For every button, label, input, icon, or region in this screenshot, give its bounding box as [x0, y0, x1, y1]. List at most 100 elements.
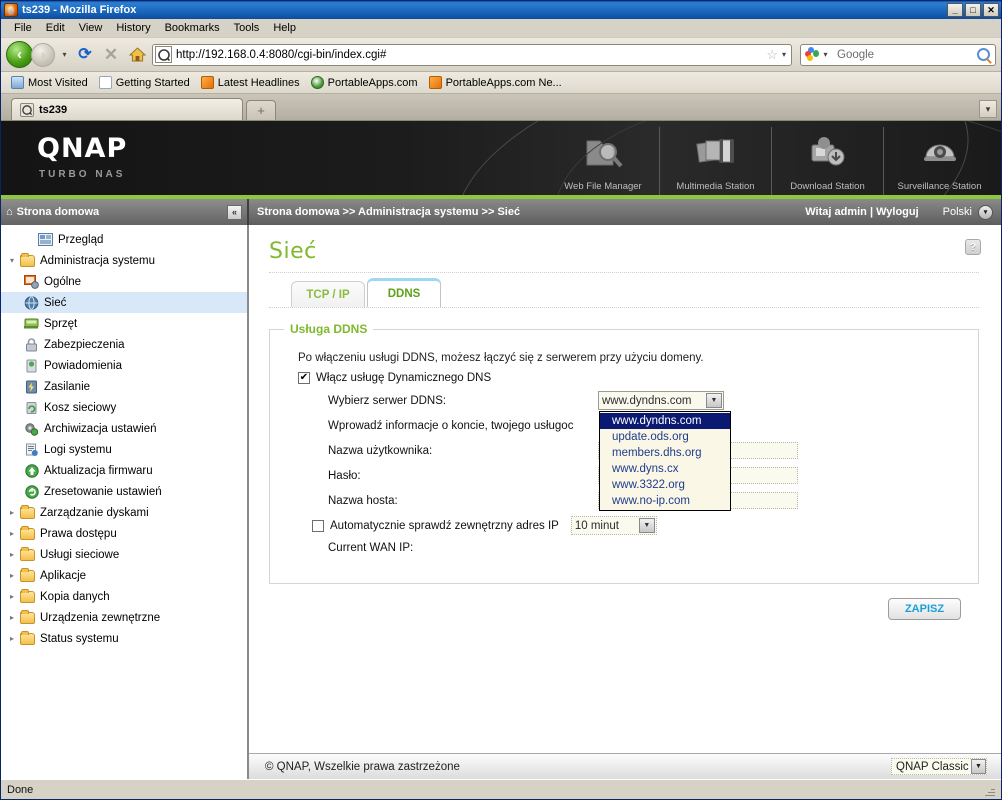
site-identity-icon[interactable]: [155, 46, 172, 63]
dropdown-option[interactable]: www.dyndns.com: [600, 413, 730, 429]
history-dropdown-icon[interactable]: ▾: [59, 50, 70, 59]
sidebar-item-administracja-systemu[interactable]: ▾ Administracja systemu: [1, 250, 247, 271]
browser-tab-ts239[interactable]: ts239: [11, 98, 243, 120]
sidebar-item-label: Zresetowanie ustawień: [44, 485, 162, 498]
password-label: Hasło:: [328, 469, 361, 482]
station-shortcuts: Web File Manager Multimedia Station Down…: [547, 125, 995, 195]
enable-ddns-row[interactable]: ✔ Włącz usługę Dynamicznego DNS: [298, 372, 964, 384]
menu-history[interactable]: History: [109, 20, 157, 36]
sidebar-item-powiadomienia[interactable]: Powiadomienia: [1, 355, 247, 376]
forward-button[interactable]: ›: [31, 42, 55, 67]
station-web-file-manager[interactable]: Web File Manager: [547, 127, 659, 195]
sidebar-item-siec[interactable]: Sieć: [1, 292, 247, 313]
url-text[interactable]: http://192.168.0.4:8080/cgi-bin/index.cg…: [176, 49, 766, 61]
stop-icon[interactable]: ✕: [100, 44, 122, 66]
menu-bookmarks[interactable]: Bookmarks: [158, 20, 227, 36]
sidebar-item-zarzadzanie-dyskami[interactable]: ▸ Zarządzanie dyskami: [1, 502, 247, 523]
station-download[interactable]: Download Station: [771, 127, 883, 195]
sidebar-item-aplikacje[interactable]: ▸ Aplikacje: [1, 565, 247, 586]
sidebar-item-logi-systemu[interactable]: Logi systemu: [1, 439, 247, 460]
save-button[interactable]: ZAPISZ: [888, 598, 961, 620]
tab-ddns[interactable]: DDNS: [367, 278, 441, 307]
enable-ddns-checkbox[interactable]: ✔: [298, 372, 310, 384]
menu-file[interactable]: File: [7, 20, 39, 36]
station-surveillance[interactable]: Surveillance Station: [883, 127, 995, 195]
bookmark-portableapps[interactable]: PortableApps.com: [307, 75, 422, 90]
ddns-server-select[interactable]: www.dyndns.com ▼ www.dyndns.com update.o…: [598, 391, 731, 511]
sidebar-item-status-systemu[interactable]: ▸ Status systemu: [1, 628, 247, 649]
bookmark-portableapps-news[interactable]: PortableApps.com Ne...: [425, 75, 566, 90]
twisty-right-icon[interactable]: ▸: [5, 592, 19, 601]
twisty-right-icon[interactable]: ▸: [5, 508, 19, 517]
google-icon[interactable]: [804, 47, 820, 62]
bookmark-getting-started[interactable]: Getting Started: [95, 75, 194, 90]
twisty-right-icon[interactable]: ▸: [5, 571, 19, 580]
sidebar-item-prawa-dostepu[interactable]: ▸ Prawa dostępu: [1, 523, 247, 544]
new-tab-button[interactable]: +: [246, 100, 276, 120]
current-wan-ip-label: Current WAN IP:: [328, 542, 414, 554]
menu-view[interactable]: View: [72, 20, 110, 36]
minimize-button[interactable]: _: [947, 3, 963, 17]
sidebar-item-ogolne[interactable]: Ogólne: [1, 271, 247, 292]
tab-list-button[interactable]: ▾: [979, 100, 997, 118]
sidebar-item-archiwizacja-ustawien[interactable]: Archiwizacja ustawień: [1, 418, 247, 439]
dropdown-option[interactable]: www.3322.org: [600, 477, 730, 493]
twisty-right-icon[interactable]: ▸: [5, 550, 19, 559]
sidebar-item-kopia-danych[interactable]: ▸ Kopia danych: [1, 586, 247, 607]
search-engine-dropdown-icon[interactable]: ▾: [820, 50, 831, 59]
dropdown-option[interactable]: members.dhs.org: [600, 445, 730, 461]
twisty-right-icon[interactable]: ▸: [5, 613, 19, 622]
chevron-down-icon[interactable]: ▼: [971, 759, 986, 774]
chevron-down-icon[interactable]: ▼: [638, 518, 655, 533]
menu-tools[interactable]: Tools: [227, 20, 267, 36]
chevron-down-icon[interactable]: ▼: [706, 393, 722, 408]
search-icon[interactable]: [977, 48, 990, 61]
ddns-server-dropdown[interactable]: www.dyndns.com update.ods.org members.dh…: [599, 411, 731, 511]
help-button[interactable]: ?: [965, 239, 981, 255]
twisty-down-icon[interactable]: ▾: [5, 256, 19, 265]
collapse-sidebar-button[interactable]: «: [227, 204, 242, 220]
sidebar-item-aktualizacja-firmwaru[interactable]: Aktualizacja firmwaru: [1, 460, 247, 481]
sidebar-item-zresetowanie-ustawien[interactable]: Zresetowanie ustawień: [1, 481, 247, 502]
dropdown-option[interactable]: update.ods.org: [600, 429, 730, 445]
account-info-label: Wprowadź informacje o koncie, twojego us…: [328, 419, 574, 432]
tab-tcp-ip[interactable]: TCP / IP: [291, 281, 365, 307]
twisty-right-icon[interactable]: ▸: [5, 634, 19, 643]
url-bar[interactable]: http://192.168.0.4:8080/cgi-bin/index.cg…: [152, 43, 792, 66]
sidebar-item-kosz-sieciowy[interactable]: Kosz sieciowy: [1, 397, 247, 418]
sidebar-item-zasilanie[interactable]: Zasilanie: [1, 376, 247, 397]
title-divider: [269, 272, 979, 273]
twisty-right-icon[interactable]: ▸: [5, 529, 19, 538]
user-greeting-logout[interactable]: Witaj admin | Wyloguj: [805, 206, 918, 218]
dropdown-option[interactable]: www.dyns.cx: [600, 461, 730, 477]
reload-icon[interactable]: ⟳: [74, 44, 96, 66]
sidebar-item-sprzet[interactable]: Sprzęt: [1, 313, 247, 334]
home-icon[interactable]: [126, 44, 148, 66]
sidebar-item-zabezpieczenia[interactable]: Zabezpieczenia: [1, 334, 247, 355]
sidebar-item-uslugi-sieciowe[interactable]: ▸ Usługi sieciowe: [1, 544, 247, 565]
resize-grip[interactable]: [983, 784, 995, 796]
search-bar[interactable]: ▾ Google: [800, 43, 996, 66]
sidebar-item-urzadzenia-zewnetrzne[interactable]: ▸ Urządzenia zewnętrzne: [1, 607, 247, 628]
url-dropdown-icon[interactable]: ▾: [782, 50, 786, 59]
dropdown-option[interactable]: www.no-ip.com: [600, 493, 730, 509]
autocheck-checkbox[interactable]: [312, 519, 324, 532]
bookmark-star-icon[interactable]: ☆: [766, 47, 778, 63]
sidebar-item-label: Aplikacje: [40, 569, 87, 582]
theme-select[interactable]: QNAP Classic ▼: [891, 758, 987, 775]
bookmark-label: PortableApps.com: [327, 76, 418, 89]
station-multimedia[interactable]: Multimedia Station: [659, 127, 771, 195]
back-button[interactable]: ‹: [6, 41, 33, 68]
bookmark-latest-headlines[interactable]: Latest Headlines: [197, 75, 304, 90]
maximize-button[interactable]: □: [965, 3, 981, 17]
close-button[interactable]: ✕: [983, 3, 999, 17]
search-input[interactable]: Google: [831, 49, 977, 61]
bookmark-most-visited[interactable]: Most Visited: [7, 75, 92, 90]
sidebar-item-przeglad[interactable]: Przegląd: [1, 229, 247, 250]
language-dropdown-icon[interactable]: ▾: [978, 204, 993, 220]
interval-select[interactable]: 10 minut ▼: [570, 516, 657, 535]
menu-edit[interactable]: Edit: [39, 20, 72, 36]
window-controls: _ □ ✕: [947, 3, 999, 17]
menu-help[interactable]: Help: [266, 20, 303, 36]
notification-icon: [23, 358, 40, 374]
